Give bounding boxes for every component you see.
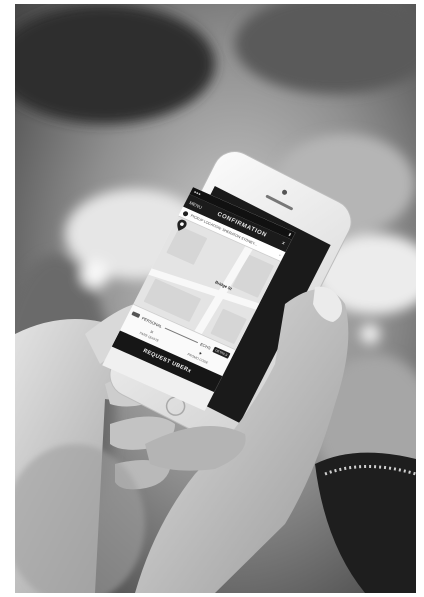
menu-button[interactable]: MENU xyxy=(189,200,203,210)
car-icon xyxy=(131,311,141,319)
battery-icon: ▮ xyxy=(287,231,293,237)
photo: ●●● ▮ MENU CONFIRMATION ✕ PICKUP LOCATIO… xyxy=(15,4,416,593)
map-block xyxy=(166,225,208,265)
chevron-right-icon: › xyxy=(278,253,282,258)
pickup-icon xyxy=(182,210,190,217)
more-icon[interactable]: ✕ xyxy=(280,240,287,247)
